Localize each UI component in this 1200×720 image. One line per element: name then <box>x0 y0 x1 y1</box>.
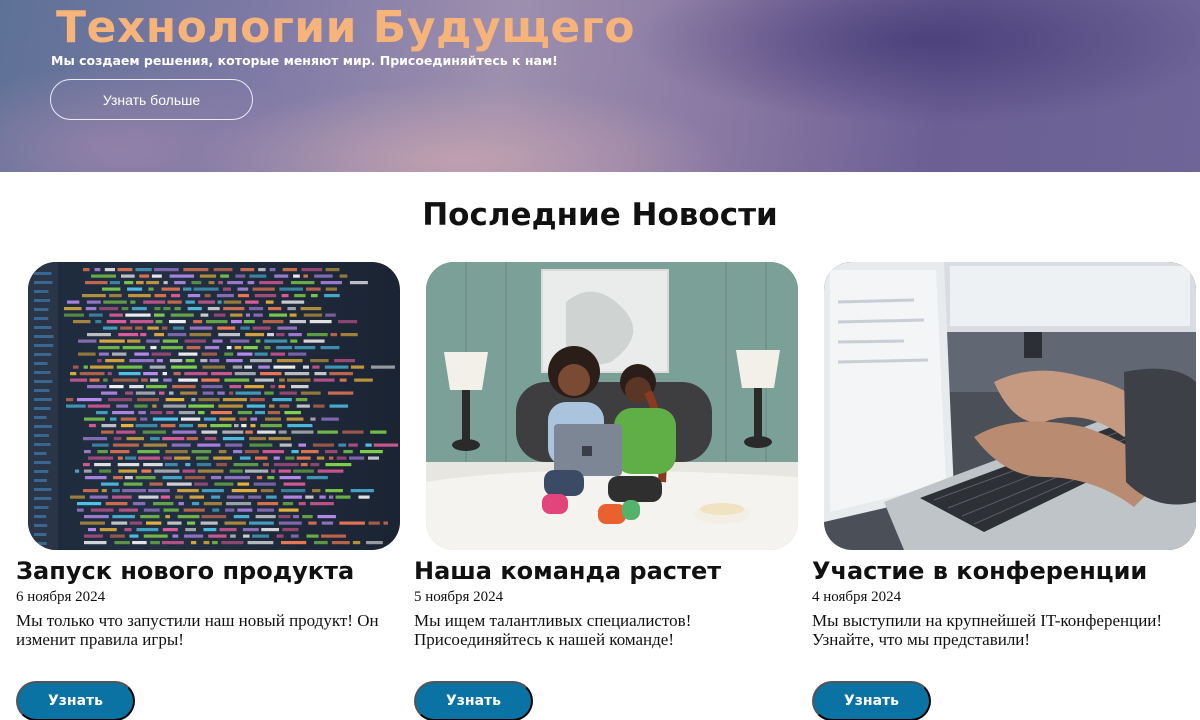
code-screen-photo <box>28 262 400 550</box>
learn-button[interactable]: Узнать <box>16 681 135 720</box>
card-date: 6 ноября 2024 <box>16 589 106 605</box>
hero-title: Технологии Будущего <box>56 2 635 53</box>
card-title: Наша команда растет <box>414 557 722 585</box>
hero-banner: Технологии Будущего Мы создаем решения, … <box>0 0 1200 172</box>
card-text: Мы ищем талантливых специалистов! Присое… <box>414 611 692 649</box>
news-card: Запуск нового продукта 6 ноября 2024 Мы … <box>16 262 400 720</box>
team-on-bed-laptop-photo <box>426 262 798 550</box>
typing-laptop-photo <box>824 262 1196 550</box>
card-title: Запуск нового продукта <box>16 557 355 585</box>
card-text: Мы только что запустили наш новый продук… <box>16 611 379 649</box>
news-card: Наша команда растет 5 ноября 2024 Мы ище… <box>414 262 798 720</box>
card-text: Мы выступили на крупнейшей IT-конференци… <box>812 611 1163 649</box>
card-date: 4 ноября 2024 <box>812 589 902 605</box>
news-card: Участие в конференции 4 ноября 2024 Мы в… <box>812 262 1196 720</box>
learn-more-button[interactable]: Узнать больше <box>50 79 253 120</box>
hero-subtitle: Мы создаем решения, которые меняют мир. … <box>51 53 558 68</box>
learn-button[interactable]: Узнать <box>812 681 931 720</box>
learn-button[interactable]: Узнать <box>414 681 533 720</box>
news-heading: Последние Новости <box>422 197 778 233</box>
card-title: Участие в конференции <box>812 557 1148 585</box>
card-date: 5 ноября 2024 <box>414 589 504 605</box>
